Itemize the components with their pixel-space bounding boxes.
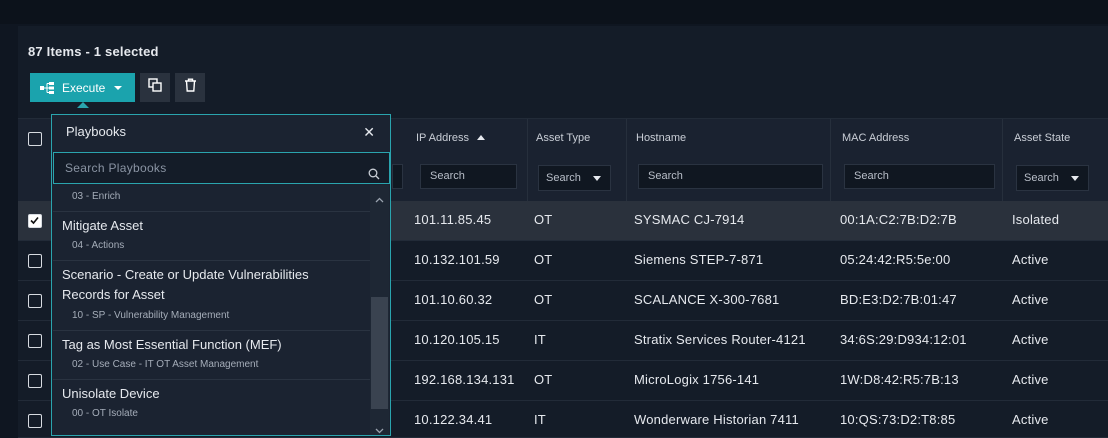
cell-type: IT [534, 332, 546, 347]
row-checkbox[interactable] [28, 254, 42, 268]
playbooks-dropdown: Playbooks ✕ Search Playbooks 03 - Enrich… [51, 114, 391, 436]
cell-hostname: SYSMAC CJ-7914 [634, 212, 745, 227]
cell-hostname: Siemens STEP-7-871 [634, 252, 764, 267]
cell-state: Active [1012, 372, 1049, 387]
execute-label: Execute [62, 80, 106, 95]
column-header-asset-state[interactable]: Asset State [1014, 132, 1070, 144]
playbooks-search-input[interactable]: Search Playbooks [53, 152, 390, 184]
list-item[interactable]: Mitigate Asset 04 - Actions [53, 212, 370, 261]
mac-address-search-input[interactable]: Search [844, 164, 995, 189]
chevron-down-icon [593, 176, 601, 181]
trash-icon [184, 78, 197, 97]
close-icon[interactable]: ✕ [363, 124, 375, 141]
chevron-up-icon[interactable] [375, 190, 384, 208]
playbooks-scrollbar[interactable] [370, 185, 389, 435]
playbook-name: Unisolate Device [62, 386, 160, 401]
list-item[interactable]: Scenario - Create or Update Vulnerabilit… [53, 261, 370, 331]
chevron-down-icon[interactable] [375, 421, 384, 438]
row-checkbox[interactable] [28, 414, 42, 428]
playbook-name: Mitigate Asset [62, 218, 143, 233]
playbooks-title: Playbooks [66, 124, 126, 139]
cell-mac: 10:QS:73:D2:T8:85 [840, 412, 956, 427]
cell-type: OT [534, 252, 553, 267]
workflow-icon [40, 81, 54, 94]
check-icon [30, 216, 39, 225]
cell-mac: 05:24:42:R5:5e:00 [840, 252, 951, 267]
column-header-asset-type[interactable]: Asset Type [536, 132, 590, 144]
top-bar [0, 0, 1108, 24]
cell-mac: 34:6S:29:D934:12:01 [840, 332, 967, 347]
cell-state: Isolated [1012, 212, 1060, 227]
cell-type: OT [534, 372, 553, 387]
column-divider [527, 119, 528, 203]
cell-mac: 1W:D8:42:R5:7B:13 [840, 372, 959, 387]
row-checkbox[interactable] [28, 374, 42, 388]
ip-address-search-input[interactable]: Search [420, 164, 517, 189]
playbook-category: 00 - OT Isolate [72, 408, 138, 419]
column-divider [1002, 119, 1003, 203]
playbook-category: 02 - Use Case - IT OT Asset Management [72, 359, 259, 370]
list-item[interactable]: Unisolate Device 00 - OT Isolate [53, 380, 370, 429]
column-header-hostname[interactable]: Hostname [636, 132, 686, 144]
cell-state: Active [1012, 332, 1049, 347]
sort-ascending-icon [477, 135, 485, 140]
delete-button[interactable] [175, 73, 205, 102]
cell-ip: 10.132.101.59 [414, 252, 500, 267]
cell-hostname: Wonderware Historian 7411 [634, 412, 799, 427]
cell-state: Active [1012, 412, 1049, 427]
cell-type: OT [534, 292, 553, 307]
playbook-category: 04 - Actions [72, 240, 125, 251]
cell-ip: 192.168.134.131 [414, 372, 515, 387]
column-divider [626, 119, 627, 203]
cell-mac: 00:1A:C2:7B:D2:7B [840, 212, 957, 227]
column-divider [830, 119, 831, 203]
cell-hostname: Stratix Services Router-4121 [634, 332, 806, 347]
row-checkbox[interactable] [28, 334, 42, 348]
column-header-mac-address[interactable]: MAC Address [842, 132, 909, 144]
copy-icon [148, 78, 162, 97]
cell-hostname: SCALANCE X-300-7681 [634, 292, 780, 307]
playbook-name: Scenario - Create or Update Vulnerabilit… [62, 267, 309, 302]
execute-button[interactable]: Execute [30, 73, 135, 108]
search-input-hidden[interactable] [392, 164, 403, 189]
hostname-search-input[interactable]: Search [638, 164, 823, 189]
copy-button[interactable] [140, 73, 170, 102]
row-checkbox[interactable] [28, 214, 42, 228]
cell-type: OT [534, 212, 553, 227]
row-checkbox[interactable] [28, 294, 42, 308]
cell-ip: 101.10.60.32 [414, 292, 493, 307]
cell-hostname: MicroLogix 1756-141 [634, 372, 760, 387]
column-header-ip-address[interactable]: IP Address [416, 132, 485, 144]
scrollbar-thumb[interactable] [371, 297, 388, 409]
toolbar: Execute [30, 73, 205, 108]
selection-summary: 87 Items - 1 selected [28, 44, 159, 59]
list-item[interactable]: Tag as Most Essential Function (MEF) 02 … [53, 331, 370, 380]
asset-type-filter-select[interactable]: Search [538, 165, 611, 191]
chevron-down-icon [114, 85, 123, 90]
cell-state: Active [1012, 292, 1049, 307]
playbook-category: 03 - Enrich [72, 191, 121, 202]
cell-type: IT [534, 412, 546, 427]
cell-ip: 101.11.85.45 [414, 212, 492, 227]
cell-mac: BD:E3:D2:7B:01:47 [840, 292, 957, 307]
cell-ip: 10.122.34.41 [414, 412, 493, 427]
search-placeholder: Search Playbooks [65, 161, 167, 175]
list-item[interactable]: 03 - Enrich [53, 185, 370, 212]
playbook-category: 10 - SP - Vulnerability Management [72, 310, 230, 321]
asset-state-filter-select[interactable]: Search [1016, 165, 1089, 191]
chevron-down-icon [1071, 176, 1079, 181]
playbooks-list: 03 - Enrich Mitigate Asset 04 - Actions … [53, 185, 370, 435]
select-all-checkbox[interactable] [28, 132, 42, 146]
cell-state: Active [1012, 252, 1049, 267]
playbook-name: Tag as Most Essential Function (MEF) [62, 337, 282, 352]
cell-ip: 10.120.105.15 [414, 332, 500, 347]
